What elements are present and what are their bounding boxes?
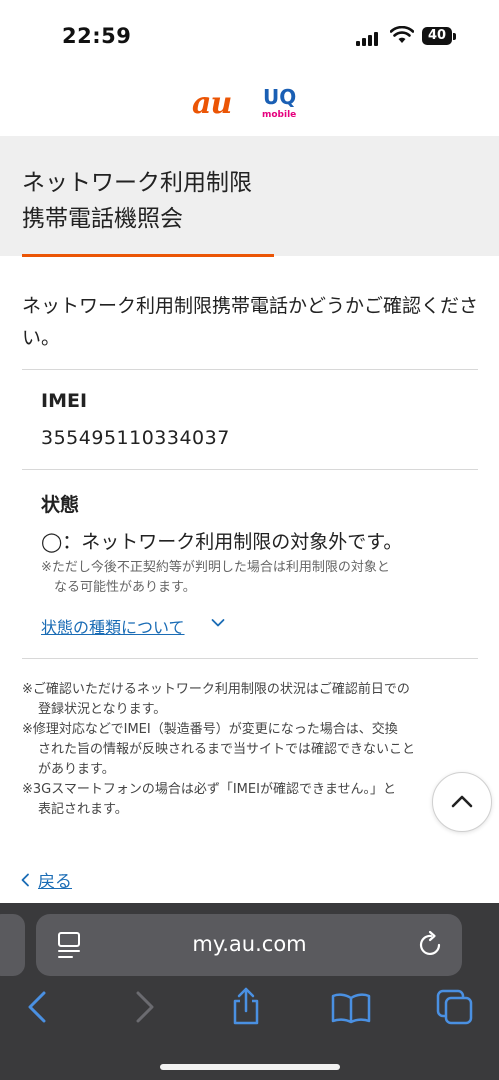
footnote-2-cont: された旨の情報が反映されるまで当サイトでは確認できないこと — [38, 742, 416, 757]
divider — [22, 369, 478, 370]
reload-icon[interactable] — [418, 930, 444, 958]
uq-logo[interactable]: UQ — [263, 87, 296, 107]
battery-icon: 40 — [422, 27, 452, 45]
chevron-down-icon[interactable] — [211, 618, 225, 628]
footnote-1: ※ご確認いただけるネットワーク利用制限の状況はご確認前日での — [22, 682, 410, 697]
bookmarks-icon[interactable] — [331, 992, 371, 1024]
home-indicator — [160, 1064, 340, 1070]
brand-header — [0, 70, 499, 136]
back-arrow-icon[interactable] — [24, 990, 50, 1024]
divider — [22, 658, 478, 659]
forward-arrow-icon[interactable] — [132, 990, 158, 1024]
footnote-1-cont: 登録状況となります。 — [38, 702, 167, 717]
scroll-to-top-button[interactable] — [432, 772, 492, 832]
tabs-icon[interactable] — [435, 988, 475, 1026]
footnote-2-cont: があります。 — [38, 762, 115, 777]
footnote-3-cont: 表記されます。 — [38, 802, 128, 817]
battery-tip — [453, 33, 456, 40]
status-label: 状態 — [41, 494, 80, 516]
divider — [22, 469, 478, 470]
status-types-link[interactable]: 状態の種類について — [41, 614, 185, 638]
imei-label: IMEI — [41, 390, 88, 412]
intro-text: ネットワーク利用制限携帯電話かどうかご確認ください。 — [22, 295, 479, 349]
back-link[interactable]: 戻る — [20, 867, 72, 892]
title-underline — [22, 254, 274, 257]
clock: 22:59 — [62, 24, 132, 48]
share-icon[interactable] — [230, 986, 262, 1026]
footnote-3: ※3Gスマートフォンの場合は必ず「IMEIが確認できません。」と — [22, 782, 397, 797]
wifi-icon — [390, 26, 414, 43]
status-note: ※ただし今後不正契約等が判明した場合は利用制限の対象と なる可能性があります。 — [41, 558, 461, 598]
status-note-line2: なる可能性があります。 — [54, 580, 196, 595]
back-link-label[interactable]: 戻る — [38, 872, 72, 892]
footnotes: ※ご確認いただけるネットワーク利用制限の状況はご確認前日での 登録状況となります… — [22, 680, 482, 820]
imei-value: 355495110334037 — [41, 427, 230, 449]
au-logo[interactable]: au — [192, 86, 232, 121]
uq-mobile-label: mobile — [262, 110, 297, 120]
page-title-line1: ネットワーク利用制限 — [22, 170, 252, 196]
page-title-line2: 携帯電話機照会 — [22, 206, 183, 232]
status-result: ◯：ネットワーク利用制限の対象外です。 — [41, 531, 403, 553]
footnote-2: ※修理対応などでIMEI（製造番号）が変更になった場合は、交換 — [22, 722, 398, 737]
chevron-left-icon — [21, 873, 29, 887]
signal-icon — [356, 30, 382, 46]
status-bar: 22:59 40 — [0, 0, 499, 70]
status-note-line1: ※ただし今後不正契約等が判明した場合は利用制限の対象と — [41, 560, 390, 575]
chevron-up-icon — [451, 795, 473, 808]
